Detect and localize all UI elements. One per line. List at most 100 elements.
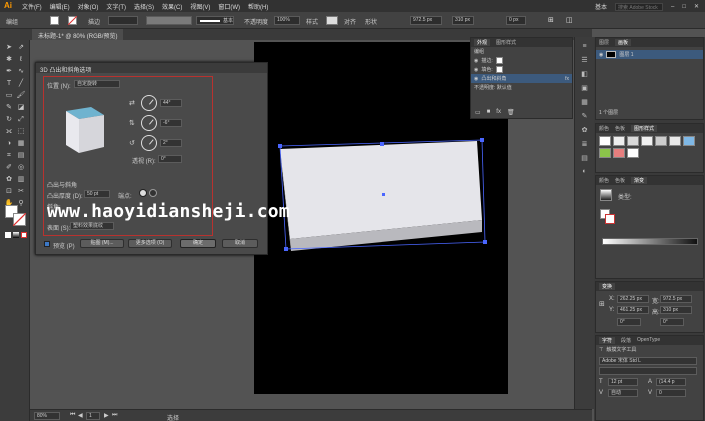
visibility-eye-icon[interactable]: ◉	[474, 67, 478, 73]
gradient-preview[interactable]	[600, 189, 612, 201]
transform-icon[interactable]: ⊞	[548, 16, 554, 24]
close-icon[interactable]: ✕	[694, 3, 699, 10]
menu-file[interactable]: 文件(F)	[22, 2, 42, 11]
transform-y-field[interactable]: 461.25 px	[617, 306, 649, 314]
tab-swatches[interactable]: 色板	[615, 177, 625, 184]
transform-h-field[interactable]: 310 px	[660, 306, 692, 314]
font-style-select[interactable]	[599, 367, 697, 375]
fx-menu-icon[interactable]: fx	[496, 109, 501, 116]
touch-type-label[interactable]: 触摸文字工具	[606, 346, 636, 353]
y-rotation-dial[interactable]	[141, 115, 157, 131]
menu-view[interactable]: 视图(V)	[190, 2, 210, 11]
page-field[interactable]: 1	[86, 412, 100, 420]
reference-point-icon[interactable]: ⊞	[599, 300, 605, 308]
curvature-tool-icon[interactable]: ∿	[16, 67, 26, 77]
tracking-field[interactable]: 0	[656, 389, 686, 397]
perspective-field[interactable]: 0°	[158, 155, 182, 163]
style-swatch[interactable]	[627, 148, 639, 158]
font-family-select[interactable]: Adobe 宋体 Std L	[599, 357, 697, 365]
tab-gradient[interactable]: 渐变	[631, 177, 648, 184]
brush-definition[interactable]: 基本	[196, 16, 234, 25]
graphic-style-swatch[interactable]	[326, 16, 338, 25]
fill-swatch[interactable]	[50, 16, 59, 25]
leading-field[interactable]: (14.4 p	[656, 378, 686, 386]
shape-button[interactable]: 形状	[365, 17, 377, 26]
extrude-depth-field[interactable]: 50 pt	[84, 190, 110, 198]
style-swatch[interactable]	[669, 136, 681, 146]
appearance-fill-row[interactable]: ◉ 填色:	[471, 65, 572, 74]
cap-on-button[interactable]	[139, 189, 147, 197]
artboard-tool-icon[interactable]: ⊡	[4, 187, 14, 197]
isolate-icon[interactable]: ◫	[566, 16, 573, 24]
z-rotation-dial[interactable]	[141, 135, 157, 151]
menu-object[interactable]: 对象(O)	[78, 2, 99, 11]
paintbrush-tool-icon[interactable]: 🖌	[16, 91, 26, 101]
visibility-eye-icon[interactable]: ◉	[599, 52, 603, 58]
none-mode-button[interactable]	[21, 232, 27, 238]
tab-color[interactable]: 颜色	[599, 177, 609, 184]
layer-name[interactable]: 图层 1	[619, 51, 633, 58]
pencil-tool-icon[interactable]: ✎	[4, 103, 14, 113]
width-tool-icon[interactable]: ⟗	[4, 127, 14, 137]
3d-cube-preview[interactable]	[56, 101, 112, 159]
transform-w-field[interactable]: 972.5 px	[660, 295, 692, 303]
tab-graphic-styles-lib[interactable]: 图形样式	[631, 125, 658, 132]
slice-tool-icon[interactable]: ✂	[16, 187, 26, 197]
scale-tool-icon[interactable]: ⤢	[16, 115, 26, 125]
lasso-tool-icon[interactable]: ℓ	[16, 55, 26, 65]
gradient-strip-icon[interactable]: ▤	[581, 154, 588, 162]
touch-type-row[interactable]: ⊤ 触摸文字工具	[596, 345, 703, 354]
stroke-strip-icon[interactable]: ≣	[582, 140, 588, 148]
rectangle-tool-icon[interactable]: ▭	[4, 91, 14, 101]
cap-off-button[interactable]	[149, 189, 157, 197]
direct-selection-tool-icon[interactable]: ⇗	[16, 43, 26, 53]
z-rotation-field[interactable]: 2°	[160, 139, 182, 147]
more-options-button[interactable]: 更多选项 (O)	[128, 239, 172, 248]
symbol-sprayer-tool-icon[interactable]: ✿	[4, 175, 14, 185]
layers-strip-icon[interactable]: ◧	[581, 70, 588, 78]
tab-artboards[interactable]: 画板	[615, 39, 632, 46]
transform-angle-field[interactable]: 0°	[617, 318, 641, 326]
swatches-strip-icon[interactable]: ▦	[581, 98, 588, 106]
mesh-tool-icon[interactable]: ⌗	[4, 151, 14, 161]
last-page-icon[interactable]: ⏭	[112, 412, 117, 419]
tab-character[interactable]: 字符	[599, 337, 616, 344]
font-size-field[interactable]: 12 pt	[608, 378, 638, 386]
type-tool-icon[interactable]: T	[4, 79, 14, 89]
transform-shear-field[interactable]: 0°	[660, 318, 684, 326]
menu-window[interactable]: 窗口(W)	[218, 2, 240, 11]
stock-search-input[interactable]: 搜索 Adobe Stock	[615, 2, 663, 11]
appearance-stroke-row[interactable]: ◉ 描边:	[471, 56, 572, 65]
transparency-strip-icon[interactable]: ◐	[582, 168, 586, 175]
style-swatch[interactable]	[599, 136, 611, 146]
eraser-tool-icon[interactable]: ◪	[16, 103, 26, 113]
libraries-icon[interactable]: ☰	[581, 56, 587, 64]
style-swatch[interactable]	[641, 136, 653, 146]
gradient-tool-icon[interactable]: ▤	[16, 151, 26, 161]
blend-tool-icon[interactable]: ◎	[16, 163, 26, 173]
symbols-strip-icon[interactable]: ✿	[582, 126, 588, 134]
tab-layers[interactable]: 图层	[599, 39, 609, 46]
tab-opentype[interactable]: OpenType	[637, 337, 660, 344]
position-select[interactable]: 自定旋转	[74, 80, 120, 88]
visibility-eye-icon[interactable]: ◉	[474, 76, 478, 82]
color-mode-button[interactable]	[5, 232, 11, 238]
x-field[interactable]: 972.5 px	[410, 16, 442, 25]
style-swatch[interactable]	[613, 148, 625, 158]
tab-paragraph[interactable]: 段落	[621, 337, 631, 344]
magic-wand-tool-icon[interactable]: ✱	[4, 55, 14, 65]
fill-row-swatch[interactable]	[495, 66, 503, 73]
delete-icon[interactable]: 🗑	[507, 109, 515, 116]
selection-tool-icon[interactable]: ➤	[4, 43, 14, 53]
minimize-icon[interactable]: –	[671, 4, 674, 10]
stroke-row-swatch[interactable]	[495, 57, 503, 64]
extruded-3d-object[interactable]	[270, 136, 495, 254]
transform-x-field[interactable]: 262.25 px	[617, 295, 649, 303]
artboards-strip-icon[interactable]: ▣	[581, 84, 588, 92]
y-rotation-field[interactable]: -6°	[160, 119, 182, 127]
tab-graphic-styles[interactable]: 图形样式	[496, 39, 516, 46]
menu-effect[interactable]: 效果(C)	[162, 2, 182, 11]
zoom-select[interactable]: 80%	[34, 412, 60, 420]
line-tool-icon[interactable]: ╱	[16, 79, 26, 89]
properties-icon[interactable]: ≡	[582, 43, 586, 50]
